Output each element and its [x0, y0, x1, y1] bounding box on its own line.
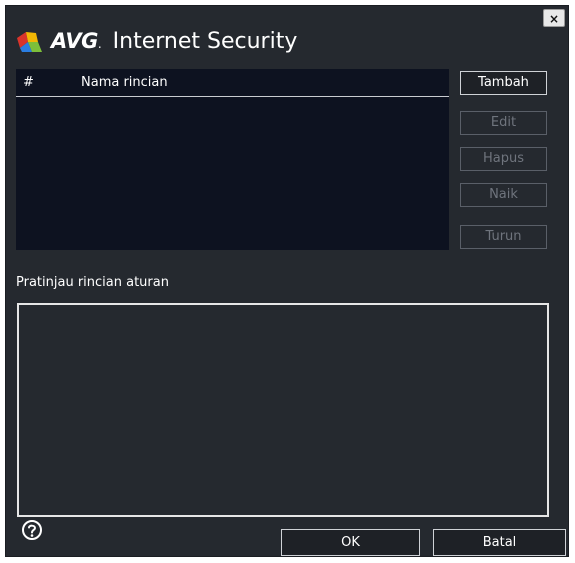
detail-list[interactable]: # Nama rincian [16, 69, 449, 250]
brand-name: AVG [51, 29, 98, 53]
product-name: Internet Security [112, 29, 298, 54]
delete-button[interactable]: Hapus [460, 147, 547, 171]
move-down-button[interactable]: Turun [460, 225, 547, 249]
column-header-detail-name[interactable]: Nama rincian [81, 75, 168, 90]
move-up-button[interactable]: Naik [460, 183, 547, 207]
cancel-button[interactable]: Batal [433, 529, 566, 556]
ok-button[interactable]: OK [281, 529, 420, 556]
preview-label: Pratinjau rincian aturan [16, 275, 169, 290]
close-button[interactable]: × [543, 9, 565, 27]
help-icon[interactable] [21, 519, 43, 541]
avg-logo-icon [17, 32, 42, 52]
column-header-number[interactable]: # [23, 75, 34, 90]
edit-button[interactable]: Edit [460, 111, 547, 135]
brand-dot: . [97, 37, 102, 51]
list-header: # Nama rincian [16, 69, 449, 97]
dialog-window: × AVG. Internet Security # Nama rincian … [5, 5, 569, 557]
app-title: AVG. Internet Security [51, 26, 297, 59]
add-button[interactable]: Tambah [460, 71, 547, 95]
rule-detail-preview [17, 303, 549, 517]
